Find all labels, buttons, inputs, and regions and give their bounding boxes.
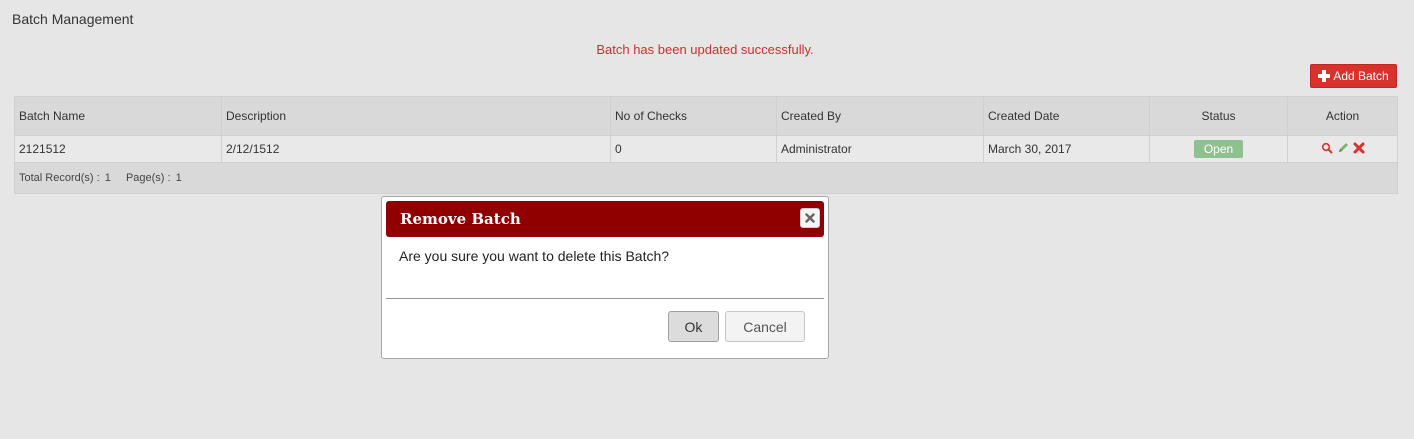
dialog-divider (386, 298, 824, 299)
total-records-label: Total Record(s) : (19, 172, 100, 184)
cancel-button[interactable]: Cancel (725, 311, 805, 342)
ok-button[interactable]: Ok (668, 311, 719, 342)
cell-batch-name: 2121512 (14, 135, 222, 163)
total-records-value: 1 (104, 172, 111, 184)
pages-label: Page(s) : (125, 172, 171, 184)
delete-icon[interactable] (1353, 142, 1365, 154)
batch-table: Batch Name Description No of Checks Crea… (14, 96, 1398, 194)
cell-description: 2/12/1512 (221, 135, 611, 163)
column-header-status[interactable]: Status (1149, 96, 1288, 136)
cell-no-of-checks: 0 (610, 135, 777, 163)
plus-icon (1318, 70, 1331, 82)
add-batch-label: Add Batch (1333, 69, 1389, 83)
search-icon[interactable] (1321, 142, 1333, 154)
dialog-title: Remove Batch (400, 210, 521, 228)
status-badge: Open (1193, 140, 1244, 158)
pages-value: 1 (175, 172, 182, 184)
cell-created-date: March 30, 2017 (983, 135, 1150, 163)
remove-batch-dialog: Remove Batch Are you sure you want to de… (381, 196, 829, 359)
dialog-header: Remove Batch (386, 201, 824, 237)
column-header-no-of-checks[interactable]: No of Checks (610, 96, 777, 136)
column-header-action: Action (1287, 96, 1398, 136)
cell-status: Open (1149, 135, 1288, 163)
action-icons (1321, 142, 1365, 154)
table-footer: Total Record(s) : 1 Page(s) : 1 (14, 162, 1398, 194)
cell-action (1287, 135, 1398, 163)
pencil-icon[interactable] (1337, 142, 1349, 154)
page-title: Batch Management (12, 11, 134, 27)
success-message: Batch has been updated successfully. (596, 42, 814, 57)
cell-created-by: Administrator (776, 135, 984, 163)
dialog-message: Are you sure you want to delete this Bat… (399, 248, 670, 264)
table-row: 2121512 2/12/1512 0 Administrator March … (14, 135, 1398, 163)
column-header-batch-name[interactable]: Batch Name (14, 96, 222, 136)
table-header-row: Batch Name Description No of Checks Crea… (14, 96, 1398, 136)
close-icon[interactable] (800, 208, 820, 228)
column-header-description[interactable]: Description (221, 96, 611, 136)
column-header-created-by[interactable]: Created By (776, 96, 984, 136)
add-batch-button[interactable]: Add Batch (1310, 64, 1397, 88)
table-footer-row: Total Record(s) : 1 Page(s) : 1 (14, 162, 1398, 194)
column-header-created-date[interactable]: Created Date (983, 96, 1150, 136)
